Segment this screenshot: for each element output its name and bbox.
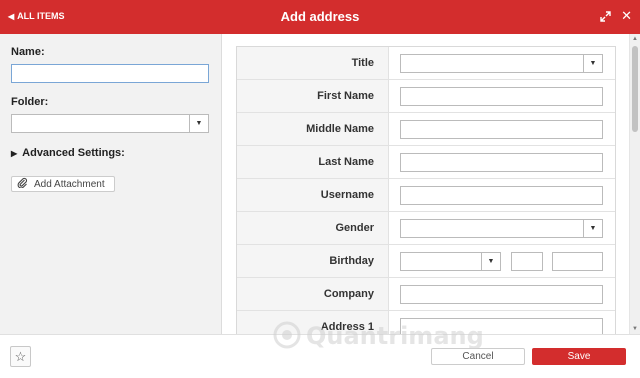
field-label: Company <box>237 278 389 310</box>
star-icon: ☆ <box>14 348 27 364</box>
username-input[interactable] <box>400 186 603 205</box>
name-input[interactable] <box>11 64 209 83</box>
form-row: Title ▼ <box>237 47 615 80</box>
advanced-settings-toggle[interactable]: ▶ Advanced Settings: <box>11 147 125 159</box>
chevron-down-icon[interactable]: ▼ <box>583 220 602 237</box>
folder-label: Folder: <box>11 96 49 108</box>
form-row: Username <box>237 179 615 212</box>
form-row: Gender ▼ <box>237 212 615 245</box>
title-bar: ◀ ALL ITEMS Add address ✕ <box>0 0 640 34</box>
field-label: Gender <box>237 212 389 244</box>
form-row: Birthday ▼ <box>237 245 615 278</box>
folder-select[interactable]: ▼ <box>11 114 209 133</box>
chevron-down-icon[interactable]: ▼ <box>481 253 500 270</box>
paperclip-icon <box>17 177 28 191</box>
scroll-down-icon[interactable]: ▼ <box>630 326 640 332</box>
field-label: Last Name <box>237 146 389 178</box>
name-label: Name: <box>11 46 45 58</box>
triangle-right-icon: ▶ <box>11 148 18 158</box>
form-panel: Title ▼ First Name Middle Name Last Name User… <box>223 34 640 334</box>
cancel-button[interactable]: Cancel <box>431 348 525 365</box>
dialog-title: Add address <box>280 9 360 24</box>
field-label: Username <box>237 179 389 211</box>
form-row: Middle Name <box>237 113 615 146</box>
field-label: Title <box>237 47 389 79</box>
scroll-up-icon[interactable]: ▲ <box>630 36 640 42</box>
left-panel: Name: Folder: ▼ ▶ Advanced Settings: Add… <box>0 34 222 334</box>
birthday-year-input[interactable] <box>552 252 603 271</box>
dialog-footer: ☆ Cancel Save <box>0 334 640 378</box>
middle-name-input[interactable] <box>400 120 603 139</box>
chevron-down-icon[interactable]: ▼ <box>583 55 602 72</box>
expand-icon[interactable] <box>600 10 611 22</box>
company-input[interactable] <box>400 285 603 304</box>
birthday-month-select[interactable]: ▼ <box>400 252 501 271</box>
advanced-settings-label: Advanced Settings: <box>22 147 125 159</box>
title-select[interactable]: ▼ <box>400 54 603 73</box>
birthday-day-input[interactable] <box>511 252 543 271</box>
close-icon[interactable]: ✕ <box>621 9 632 23</box>
field-label: Address 1 <box>237 311 389 334</box>
form-row: Address 1 <box>237 311 615 334</box>
form-row: First Name <box>237 80 615 113</box>
field-label: Birthday <box>237 245 389 277</box>
address-1-input[interactable] <box>400 318 603 334</box>
field-label: Middle Name <box>237 113 389 145</box>
field-label: First Name <box>237 80 389 112</box>
gender-select[interactable]: ▼ <box>400 219 603 238</box>
last-name-input[interactable] <box>400 153 603 172</box>
form-row: Company <box>237 278 615 311</box>
form-row: Last Name <box>237 146 615 179</box>
scroll-thumb[interactable] <box>632 46 638 132</box>
favorite-button[interactable]: ☆ <box>10 346 31 367</box>
first-name-input[interactable] <box>400 87 603 106</box>
save-button[interactable]: Save <box>532 348 626 365</box>
chevron-down-icon[interactable]: ▼ <box>189 115 208 132</box>
vertical-scrollbar[interactable]: ▲ ▼ <box>629 34 640 334</box>
address-form: Title ▼ First Name Middle Name Last Name User… <box>236 46 616 334</box>
add-attachment-label: Add Attachment <box>34 178 105 190</box>
add-attachment-button[interactable]: Add Attachment <box>11 176 115 192</box>
